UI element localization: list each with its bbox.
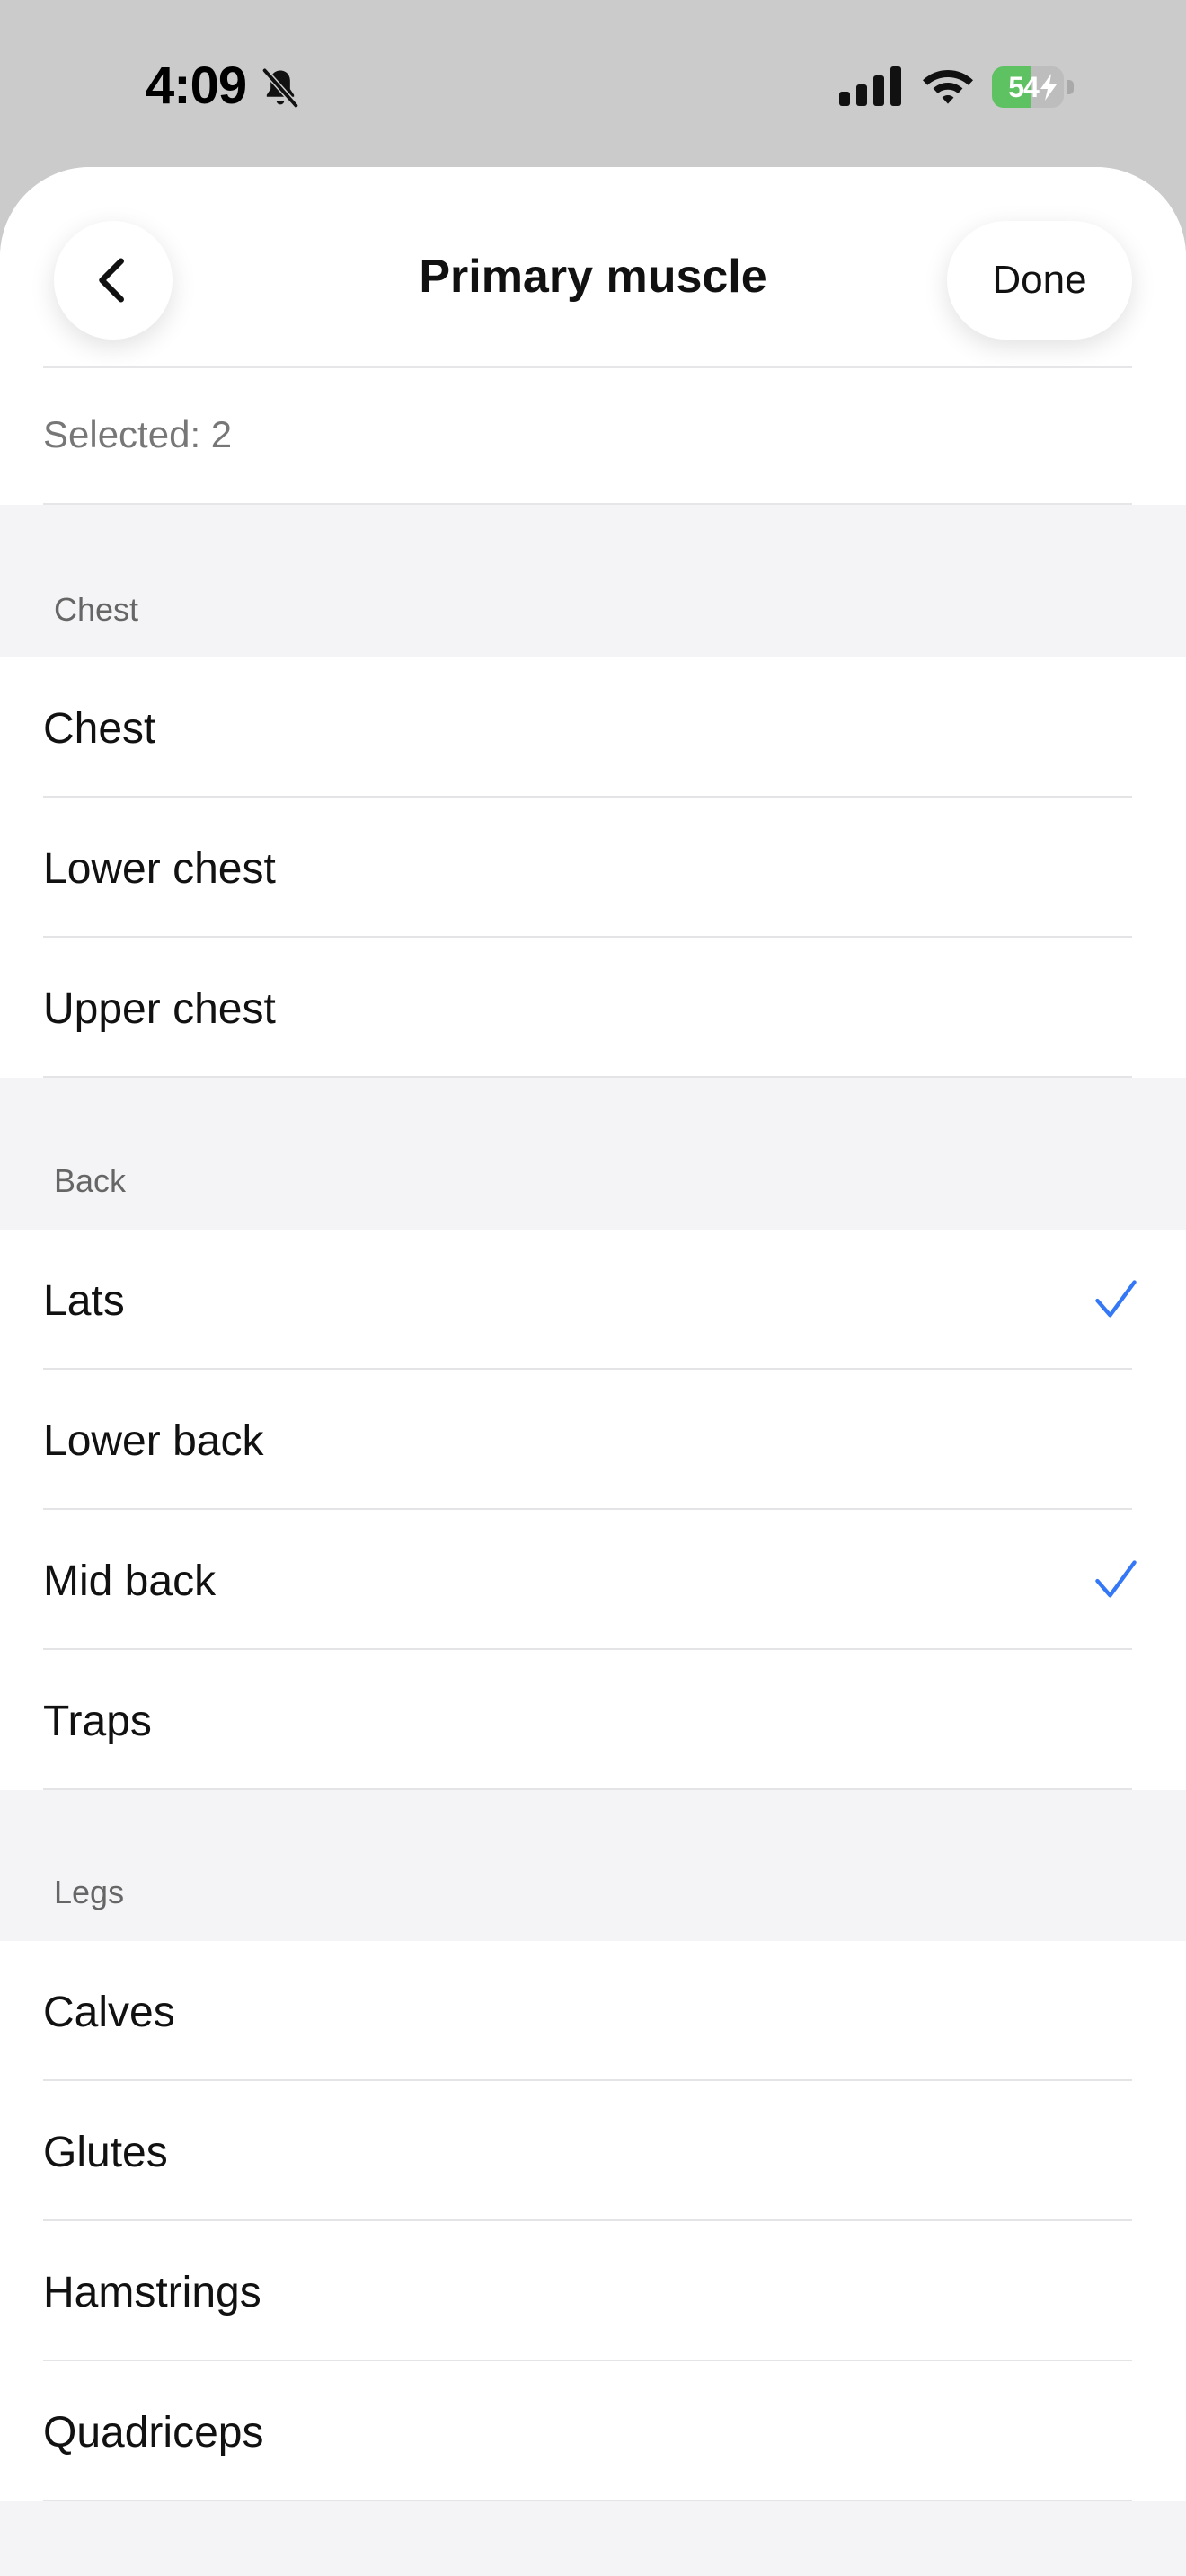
divider xyxy=(43,2500,1132,2501)
list-item-label: Hamstrings xyxy=(43,2269,261,2316)
list-item-calves[interactable]: Calves xyxy=(0,1941,1186,2081)
status-bar: 4:09 54 xyxy=(0,0,1186,167)
battery-indicator: 54 xyxy=(992,66,1075,108)
checkmark-icon xyxy=(1095,1280,1137,1318)
battery-cap xyxy=(1067,80,1074,94)
list-item-label: Traps xyxy=(43,1698,152,1745)
charging-bolt-icon xyxy=(1040,74,1057,101)
list-item-glutes[interactable]: Glutes xyxy=(0,2081,1186,2221)
bell-slash-icon xyxy=(262,68,298,108)
section-back: Lats Lower back Mid back Traps xyxy=(0,1230,1186,1790)
list-item-quadriceps[interactable]: Quadriceps xyxy=(0,2361,1186,2501)
list-item-label: Lats xyxy=(43,1277,125,1325)
list-item-mid-back[interactable]: Mid back xyxy=(0,1510,1186,1650)
list-item-label: Lower chest xyxy=(43,845,276,893)
section-header-legs: Legs xyxy=(54,1874,125,1910)
list-item-chest[interactable]: Chest xyxy=(0,657,1186,798)
section-header-back: Back xyxy=(54,1162,127,1199)
divider xyxy=(43,1076,1132,1078)
list-item-lower-back[interactable]: Lower back xyxy=(0,1370,1186,1510)
sheet-header: Primary muscle Done Selected: 2 xyxy=(0,167,1186,505)
section-chest: Chest Lower chest Upper chest xyxy=(0,657,1186,1078)
done-button[interactable]: Done xyxy=(947,221,1132,340)
status-time: 4:09 xyxy=(146,57,247,115)
wifi-icon xyxy=(923,70,973,104)
list-item-lower-chest[interactable]: Lower chest xyxy=(0,798,1186,938)
list-item-label: Mid back xyxy=(43,1557,217,1605)
divider xyxy=(43,503,1132,505)
list-item-label: Upper chest xyxy=(43,985,276,1033)
section-legs: Calves Glutes Hamstrings Quadriceps xyxy=(0,1941,1186,2501)
checkmark-icon xyxy=(1095,1560,1137,1598)
back-button[interactable] xyxy=(54,221,173,340)
divider xyxy=(43,1788,1132,1790)
list-item-traps[interactable]: Traps xyxy=(0,1650,1186,1790)
muscle-picker-sheet: Primary muscle Done Selected: 2 Chest Ch… xyxy=(0,167,1186,2576)
list-item-lats[interactable]: Lats xyxy=(0,1230,1186,1370)
list-item-label: Glutes xyxy=(43,2129,168,2176)
cellular-signal-icon xyxy=(839,66,901,106)
list-item-label: Chest xyxy=(43,705,156,753)
selected-count: Selected: 2 xyxy=(43,413,233,455)
list-item-hamstrings[interactable]: Hamstrings xyxy=(0,2221,1186,2361)
list-item-upper-chest[interactable]: Upper chest xyxy=(0,938,1186,1078)
list-item-label: Quadriceps xyxy=(43,2409,264,2457)
chevron-left-icon xyxy=(99,258,124,303)
list-item-label: Calves xyxy=(43,1989,175,2036)
section-header-chest: Chest xyxy=(54,591,139,628)
page-title: Primary muscle xyxy=(419,251,767,303)
divider xyxy=(43,366,1132,368)
list-item-label: Lower back xyxy=(43,1417,264,1465)
